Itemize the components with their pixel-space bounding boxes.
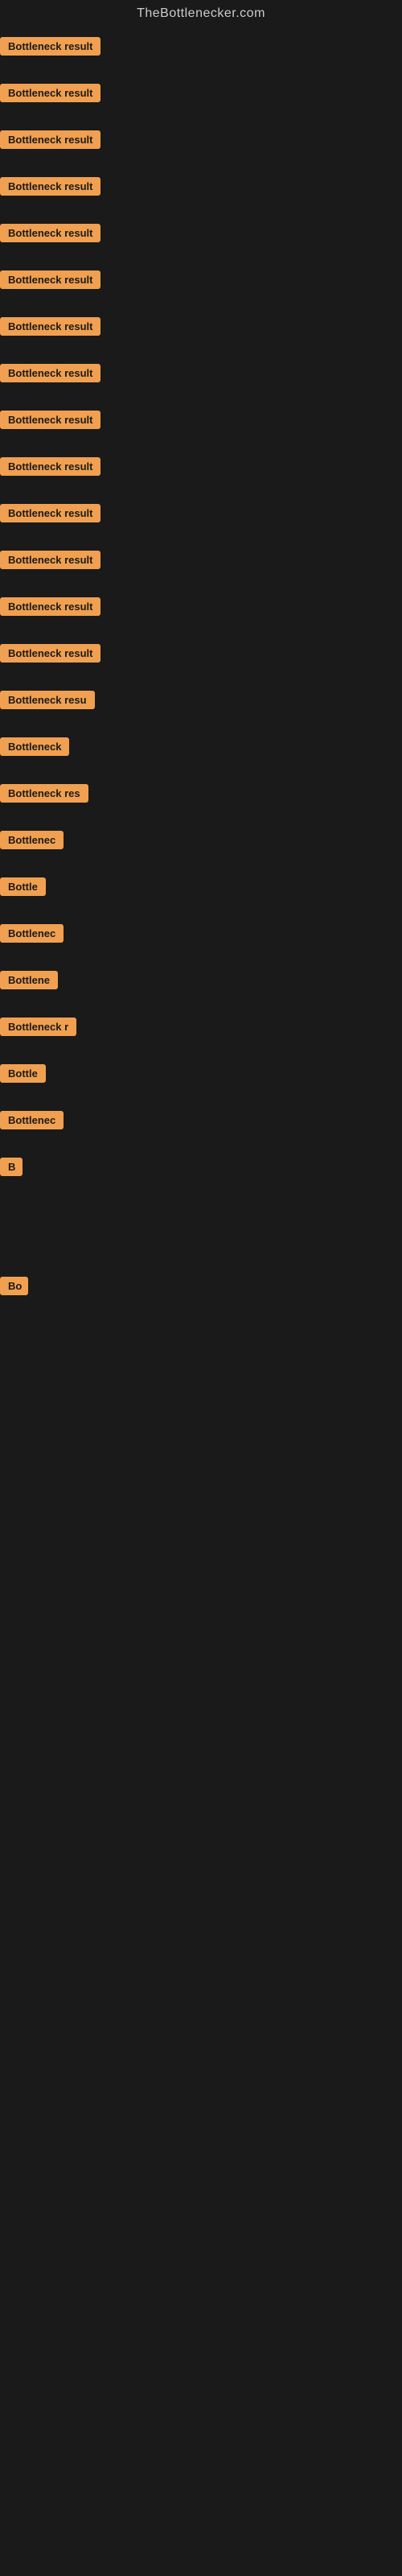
list-item: Bottle	[0, 1058, 402, 1104]
list-item: Bottleneck result	[0, 497, 402, 544]
list-item: Bottlenec	[0, 1104, 402, 1151]
list-item: Bottleneck result	[0, 264, 402, 311]
bottleneck-badge[interactable]: Bottleneck result	[0, 317, 100, 336]
bottleneck-badge[interactable]: Bottlene	[0, 971, 58, 989]
bottleneck-badge[interactable]: Bottleneck res	[0, 784, 88, 803]
bottleneck-badge[interactable]: Bottle	[0, 877, 46, 896]
bottleneck-badge[interactable]: Bottleneck result	[0, 224, 100, 242]
bottleneck-badge[interactable]: Bottlenec	[0, 1111, 64, 1129]
bottleneck-badge[interactable]: Bottleneck result	[0, 130, 100, 149]
list-item: Bottleneck result	[0, 404, 402, 451]
list-item: Bottlenec	[0, 824, 402, 871]
list-item	[0, 1246, 402, 1270]
list-item: Bottlenec	[0, 918, 402, 964]
list-item: Bottleneck result	[0, 311, 402, 357]
list-item: Bottleneck result	[0, 77, 402, 124]
site-header: TheBottlenecker.com	[0, 0, 402, 31]
list-item: Bottleneck result	[0, 638, 402, 684]
bottleneck-badge[interactable]: Bottleneck result	[0, 597, 100, 616]
bottleneck-badge[interactable]: Bottleneck resu	[0, 691, 95, 709]
bottleneck-badge[interactable]: Bottleneck result	[0, 364, 100, 382]
list-item: Bottleneck result	[0, 217, 402, 264]
list-item	[0, 1317, 402, 1341]
bottleneck-badge[interactable]: Bottlenec	[0, 924, 64, 943]
bottleneck-badge[interactable]: Bottleneck result	[0, 551, 100, 569]
bottleneck-badge[interactable]: Bottlenec	[0, 831, 64, 849]
bottleneck-badge[interactable]: B	[0, 1158, 23, 1176]
bottleneck-badge[interactable]: Bottleneck result	[0, 84, 100, 102]
list-item: B	[0, 1151, 402, 1198]
list-item	[0, 1341, 402, 1365]
list-item	[0, 1198, 402, 1222]
list-item: Bottleneck result	[0, 451, 402, 497]
bottleneck-badge[interactable]: Bottle	[0, 1064, 46, 1083]
list-item: Bottleneck result	[0, 357, 402, 404]
list-item: Bottleneck result	[0, 171, 402, 217]
list-item: Bottle	[0, 871, 402, 918]
list-item: Bottleneck	[0, 731, 402, 778]
bottleneck-badge[interactable]: Bo	[0, 1277, 28, 1295]
list-item: Bo	[0, 1270, 402, 1317]
bottleneck-badge[interactable]: Bottleneck	[0, 737, 69, 756]
list-item: Bottleneck r	[0, 1011, 402, 1058]
list-item: Bottleneck resu	[0, 684, 402, 731]
list-item: Bottleneck res	[0, 778, 402, 824]
bottleneck-badge[interactable]: Bottleneck result	[0, 644, 100, 663]
bottleneck-badge[interactable]: Bottleneck result	[0, 504, 100, 522]
list-item: Bottlene	[0, 964, 402, 1011]
bottleneck-badge[interactable]: Bottleneck result	[0, 411, 100, 429]
bottleneck-badge[interactable]: Bottleneck result	[0, 177, 100, 196]
bottleneck-badge[interactable]: Bottleneck result	[0, 457, 100, 476]
bottleneck-badge[interactable]: Bottleneck result	[0, 270, 100, 289]
list-item	[0, 1365, 402, 1389]
list-item: Bottleneck result	[0, 124, 402, 171]
list-item: Bottleneck result	[0, 591, 402, 638]
list-item: Bottleneck result	[0, 544, 402, 591]
list-item	[0, 1222, 402, 1246]
list-item: Bottleneck result	[0, 31, 402, 77]
bottleneck-badge[interactable]: Bottleneck result	[0, 37, 100, 56]
bottleneck-badge[interactable]: Bottleneck r	[0, 1018, 76, 1036]
